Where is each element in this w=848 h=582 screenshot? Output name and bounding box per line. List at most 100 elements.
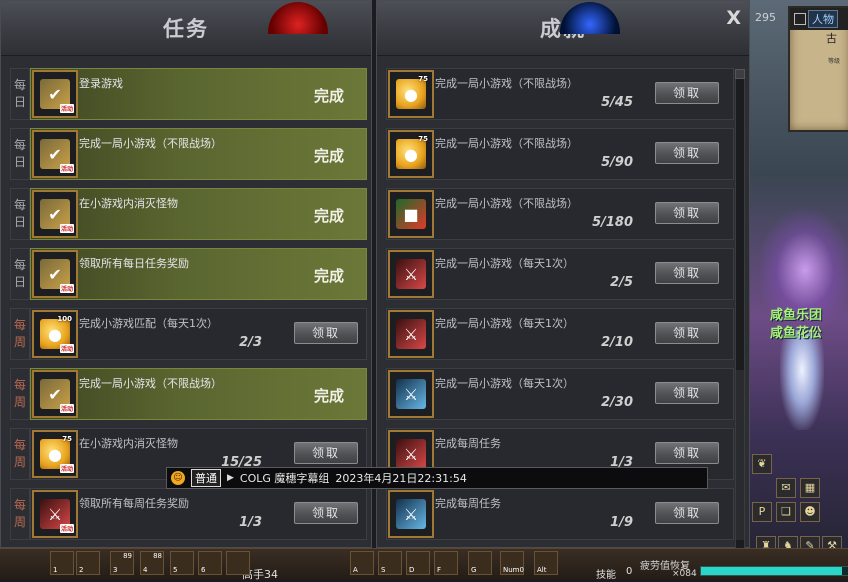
reward-frame[interactable]: ⚔ 活动	[32, 490, 78, 538]
achievement-text: 完成一局小游戏（每天1次）	[435, 377, 574, 390]
hotbar-slot[interactable]: G	[468, 551, 492, 575]
party-icon[interactable]: ☻	[800, 502, 820, 522]
complete-status: 完成	[313, 387, 344, 405]
quest-row: 每 日 ✔ 活动 领取所有每日任务奖励 完成	[10, 248, 367, 300]
sword-icon: ⚔ 活动	[40, 499, 74, 533]
reward-frame[interactable]: ● 100 活动	[32, 310, 78, 358]
slot-key: Num0	[503, 566, 524, 574]
reward-frame[interactable]: ✔ 活动	[32, 370, 78, 418]
coin-icon: ● 75	[396, 135, 428, 169]
character-tab[interactable]: 人物	[808, 10, 838, 28]
pvp-icon[interactable]: P	[752, 502, 772, 522]
hotbar-slot[interactable]: Alt	[534, 551, 558, 575]
achievement-progress: 2/10	[601, 335, 633, 350]
minimap[interactable]: 人物 古 等级	[788, 6, 848, 132]
quest-row-body: ✔ 活动 领取所有每日任务奖励 完成	[30, 248, 367, 300]
minimap-toolbar: 人物	[790, 8, 848, 30]
reward-frame[interactable]: ● 75	[388, 130, 434, 178]
check-icon: ✔ 活动	[40, 79, 74, 113]
reward-frame[interactable]: ✔ 活动	[32, 250, 78, 298]
achievement-row-body: ⚔ 完成一局小游戏（每天1次） 2/30 领取	[386, 368, 734, 420]
claim-button[interactable]: 领取	[655, 502, 719, 524]
minimap-sub: 等级	[828, 58, 841, 65]
claim-button[interactable]: 领取	[294, 322, 358, 344]
reward-frame[interactable]: ✔ 活动	[32, 190, 78, 238]
calendar-icon[interactable]: ▦	[800, 478, 820, 498]
minimap-toggle-icon[interactable]	[794, 13, 806, 25]
reward-frame[interactable]: ● 75 活动	[32, 430, 78, 478]
hotbar-slot[interactable]: 4 88	[140, 551, 164, 575]
reward-frame[interactable]: ⚔	[388, 250, 434, 298]
hotbar-slot[interactable]: S	[378, 551, 402, 575]
slot-count: 88	[153, 552, 162, 560]
claim-button[interactable]: 领取	[294, 442, 358, 464]
chat-timestamp: 2023年4月21日22:31:54	[335, 472, 467, 485]
clock-text: 295	[755, 11, 776, 24]
achievement-progress: 2/30	[601, 395, 633, 410]
claim-button[interactable]: 领取	[655, 202, 719, 224]
coin-icon: ● 75	[396, 75, 428, 109]
reward-frame[interactable]: ✔ 活动	[32, 70, 78, 118]
period-label: 每 日	[10, 248, 30, 300]
exp-bar	[700, 566, 848, 576]
hotbar-slot[interactable]	[226, 551, 250, 575]
hotbar-slot[interactable]: Num0	[500, 551, 524, 575]
hotbar-slot[interactable]: 2	[76, 551, 100, 575]
achievement-row-body: ● 75 完成一局小游戏（不限战场） 5/90 领取	[386, 128, 734, 180]
reward-frame[interactable]: ⚔	[388, 310, 434, 358]
quest-text: 完成小游戏匹配（每天1次）	[79, 317, 218, 330]
reward-frame[interactable]: ⚔	[388, 490, 434, 538]
scrollbar[interactable]	[735, 69, 745, 549]
quest-text: 领取所有每周任务奖励	[79, 497, 189, 510]
reward-frame[interactable]: ● 75	[388, 70, 434, 118]
period-char: 周	[13, 455, 26, 469]
exp-fill	[701, 567, 842, 575]
achievement-row: ⚔ 完成一局小游戏（每天1次） 2/5 领取	[386, 248, 734, 300]
book-icon[interactable]: ❑	[776, 502, 796, 522]
achievement-text: 完成每周任务	[435, 497, 501, 510]
quest-progress: 2/3	[239, 335, 262, 350]
event-tag: 活动	[59, 164, 74, 173]
event-tag: 活动	[59, 284, 74, 293]
complete-status: 完成	[313, 207, 344, 225]
achievement-text: 完成一局小游戏（不限战场）	[435, 197, 578, 210]
hotbar-slot[interactable]: 3 89	[110, 551, 134, 575]
close-button[interactable]: X	[726, 7, 741, 29]
claim-button[interactable]: 领取	[655, 382, 719, 404]
slot-key: D	[409, 566, 415, 574]
reward-frame[interactable]: ■	[388, 190, 434, 238]
quest-row: 每 周 ⚔ 活动 领取所有每周任务奖励 1/3 领取	[10, 488, 367, 540]
sword-blue-icon: ⚔	[396, 499, 426, 529]
achievement-row: ⚔ 完成一局小游戏（每天1次） 2/10 领取	[386, 308, 734, 360]
quest-text: 领取所有每日任务奖励	[79, 257, 189, 270]
quest-row: 每 周 ● 100 活动 完成小游戏匹配（每天1次） 2/3 领取	[10, 308, 367, 360]
reward-count: 75	[62, 435, 72, 443]
achievement-row: ● 75 完成一局小游戏（不限战场） 5/90 领取	[386, 128, 734, 180]
reward-frame[interactable]: ⚔	[388, 370, 434, 418]
mail-icon[interactable]: ✉	[776, 478, 796, 498]
scroll-thumb[interactable]	[736, 370, 744, 540]
hotbar-slot[interactable]: 1	[50, 551, 74, 575]
claim-button[interactable]: 领取	[655, 142, 719, 164]
slot-count: 89	[123, 552, 132, 560]
reward-frame[interactable]: ✔ 活动	[32, 130, 78, 178]
chat-channel[interactable]: 普通	[191, 469, 221, 487]
hotbar-slot[interactable]: 6	[198, 551, 222, 575]
claim-button[interactable]: 领取	[655, 82, 719, 104]
hotbar-slot[interactable]: 5	[170, 551, 194, 575]
gold-count: ×084	[672, 569, 697, 579]
hotbar-slot[interactable]: F	[434, 551, 458, 575]
claim-button[interactable]: 领取	[655, 442, 719, 464]
sprout-icon[interactable]: ❦	[752, 454, 772, 474]
period-label: 每 日	[10, 128, 30, 180]
quest-row: 每 周 ✔ 活动 完成一局小游戏（不限战场） 完成	[10, 368, 367, 420]
hotbar-slot[interactable]: A	[350, 551, 374, 575]
scroll-up-icon[interactable]	[735, 69, 745, 79]
claim-button[interactable]: 领取	[655, 262, 719, 284]
claim-button[interactable]: 领取	[655, 322, 719, 344]
hotbar-slot[interactable]: D	[406, 551, 430, 575]
slot-key: 6	[201, 566, 206, 574]
gift-icon: ■	[396, 199, 426, 229]
player-name: 咸鱼花伀	[770, 326, 823, 341]
claim-button[interactable]: 领取	[294, 502, 358, 524]
